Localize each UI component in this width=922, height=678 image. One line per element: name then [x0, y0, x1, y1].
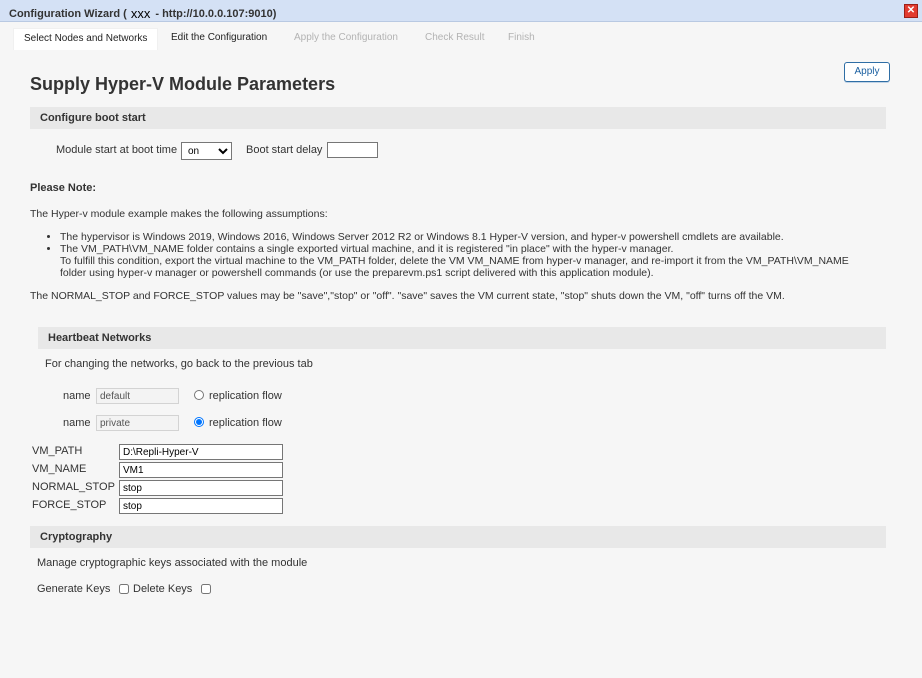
vm-path-label: VM_PATH [32, 445, 83, 457]
network-name-label: name [63, 417, 91, 429]
force-stop-input[interactable] [119, 498, 283, 514]
note-bullet-vm-folder-line1: The VM_PATH\VM_NAME folder contains a si… [60, 243, 674, 255]
replication-flow-label-private: replication flow [209, 417, 282, 429]
delete-keys-checkbox[interactable] [201, 584, 211, 594]
generate-keys-checkbox[interactable] [119, 584, 129, 594]
note-stop-values: The NORMAL_STOP and FORCE_STOP values ma… [30, 290, 785, 302]
replication-flow-label-default: replication flow [209, 390, 282, 402]
boot-delay-label: Boot start delay [246, 144, 323, 156]
wizard-tabs: Select Nodes and Networks Edit the Confi… [0, 23, 922, 51]
crypto-section-header: Cryptography [30, 526, 886, 548]
boot-section-header: Configure boot start [30, 107, 886, 129]
note-bullet-vm-folder-line3: folder using hyper-v manager or powershe… [60, 267, 654, 279]
tab-finish: Finish [508, 32, 535, 43]
close-icon[interactable]: ✕ [904, 4, 918, 18]
window-title-host: xxx [130, 6, 151, 21]
network-name-private [96, 415, 179, 431]
apply-button[interactable]: Apply [844, 62, 890, 82]
note-bullet-vm-folder: The VM_PATH\VM_NAME folder contains a si… [60, 243, 886, 279]
note-heading: Please Note: [30, 182, 97, 194]
note-intro: The Hyper-v module example makes the fol… [30, 208, 328, 220]
network-name-label: name [63, 390, 91, 402]
boot-start-label: Module start at boot time [56, 144, 178, 156]
tab-edit-configuration[interactable]: Edit the Configuration [161, 28, 277, 50]
replication-flow-radio-private[interactable] [194, 417, 204, 427]
heartbeat-section-header: Heartbeat Networks [38, 327, 886, 349]
delete-keys-label: Delete Keys [133, 583, 193, 595]
window-titlebar: Configuration Wizard (xxx - http://10.0.0… [0, 0, 922, 22]
boot-delay-input[interactable] [327, 142, 378, 158]
tab-apply-configuration: Apply the Configuration [294, 32, 398, 43]
window-title: Configuration Wizard (xxx - http://10.0.0… [9, 5, 277, 21]
vm-name-input[interactable] [119, 462, 283, 478]
generate-keys-label: Generate Keys [37, 583, 111, 595]
note-list: The hypervisor is Windows 2019, Windows … [46, 231, 886, 279]
tab-check-result: Check Result [425, 32, 485, 43]
vm-name-label: VM_NAME [32, 463, 87, 475]
network-name-default [96, 388, 179, 404]
boot-start-select[interactable]: on [181, 142, 232, 160]
page-title: Supply Hyper-V Module Parameters [30, 74, 336, 94]
normal-stop-label: NORMAL_STOP [32, 481, 115, 493]
replication-flow-radio-default[interactable] [194, 390, 204, 400]
vm-path-input[interactable] [119, 444, 283, 460]
note-bullet-vm-folder-line2: To fulfill this condition, export the vi… [60, 255, 849, 267]
note-bullet-os: The hypervisor is Windows 2019, Windows … [60, 231, 886, 243]
force-stop-label: FORCE_STOP [32, 499, 107, 511]
heartbeat-info: For changing the networks, go back to th… [45, 358, 313, 370]
window-title-prefix: Configuration Wizard ( [9, 8, 127, 20]
normal-stop-input[interactable] [119, 480, 283, 496]
note-bullet-os-text: The hypervisor is Windows 2019, Windows … [60, 231, 784, 243]
crypto-info: Manage cryptographic keys associated wit… [37, 557, 308, 569]
tab-select-nodes[interactable]: Select Nodes and Networks [13, 28, 159, 50]
window-title-suffix: - http://10.0.0.107:9010) [155, 8, 277, 20]
